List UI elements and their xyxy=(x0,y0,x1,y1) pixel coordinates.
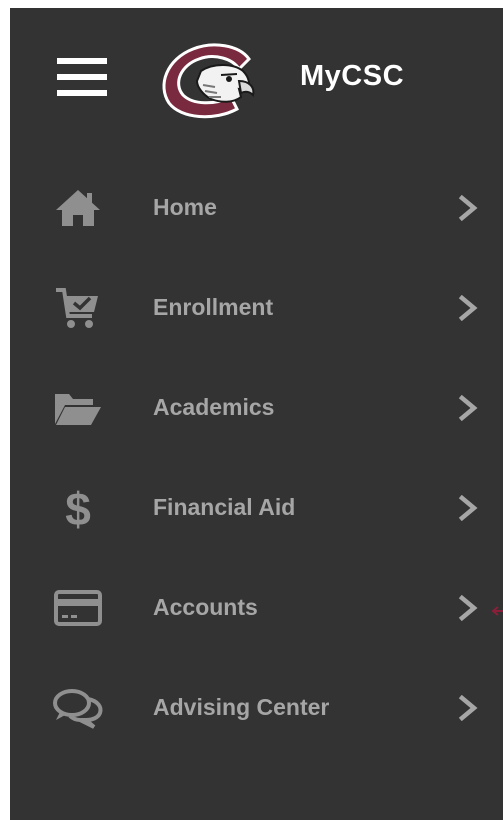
menu-item-financial-aid[interactable]: $ Financial Aid xyxy=(10,458,503,558)
credit-card-icon xyxy=(50,586,106,630)
dollar-sign-icon: $ xyxy=(50,483,106,533)
main-menu: Home Enrollment Academics $ Financial Ai… xyxy=(10,158,503,758)
menu-item-enrollment[interactable]: Enrollment xyxy=(10,258,503,358)
menu-item-label: Financial Aid xyxy=(153,494,296,520)
menu-item-advising-center[interactable]: Advising Center xyxy=(10,658,503,758)
menu-item-label: Academics xyxy=(153,394,275,420)
navigation-drawer: MyCSC Home Enrollment Academics $ Financ… xyxy=(10,8,503,820)
chevron-right-icon xyxy=(458,595,478,621)
header: MyCSC xyxy=(10,8,503,148)
menu-item-label: Home xyxy=(153,194,217,220)
hamburger-bar xyxy=(57,90,107,96)
hamburger-menu-icon[interactable] xyxy=(54,55,110,99)
app-brand-title: MyCSC xyxy=(300,60,405,92)
chevron-right-icon xyxy=(458,695,478,721)
chevron-right-icon xyxy=(458,495,478,521)
annotation-arrow-icon xyxy=(492,606,503,616)
menu-item-label: Advising Center xyxy=(153,694,330,720)
svg-text:$: $ xyxy=(65,483,91,533)
folder-open-icon xyxy=(50,386,106,430)
menu-item-label: Accounts xyxy=(153,594,258,620)
menu-item-accounts[interactable]: Accounts xyxy=(10,558,503,658)
chevron-right-icon xyxy=(458,195,478,221)
chevron-right-icon xyxy=(458,295,478,321)
menu-item-label: Enrollment xyxy=(153,294,274,320)
hamburger-bar xyxy=(57,58,107,64)
house-icon xyxy=(50,186,106,230)
menu-item-home[interactable]: Home xyxy=(10,158,503,258)
cart-check-icon xyxy=(50,286,106,330)
hamburger-bar xyxy=(57,74,107,80)
csc-eagle-logo-icon[interactable] xyxy=(153,41,265,121)
menu-item-academics[interactable]: Academics xyxy=(10,358,503,458)
chevron-right-icon xyxy=(458,395,478,421)
chat-bubbles-icon xyxy=(50,686,106,730)
